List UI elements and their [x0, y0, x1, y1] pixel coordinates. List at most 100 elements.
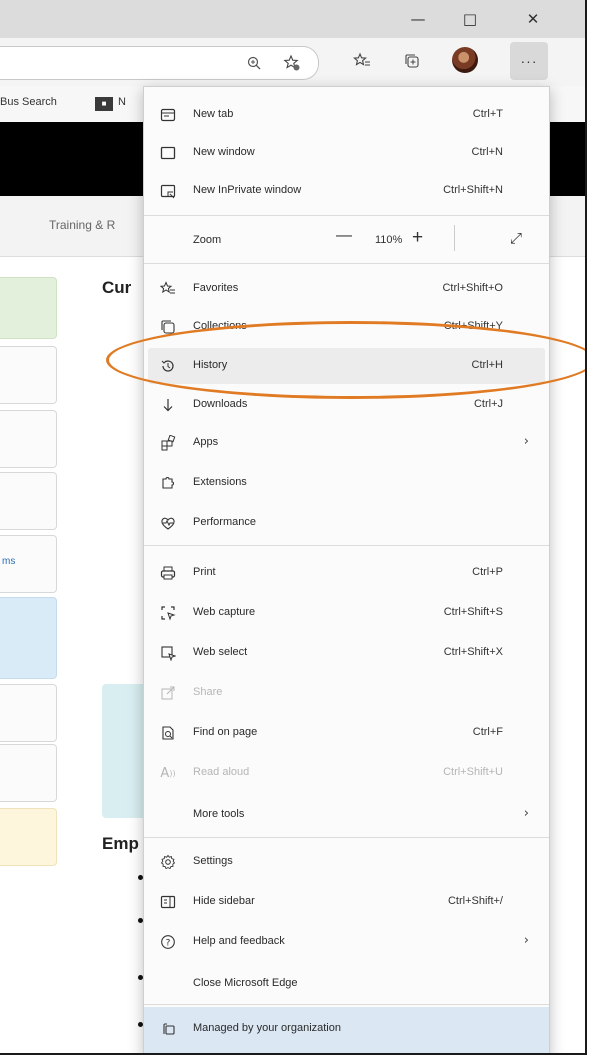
managed-icon [158, 1019, 178, 1039]
menu-item-label: New window [193, 146, 255, 158]
menu-item-new-tab[interactable]: New tab Ctrl+T [144, 97, 549, 133]
menu-item-label: Help and feedback [193, 935, 285, 947]
menu-item-hide-sidebar[interactable]: Hide sidebar Ctrl+Shift+/ [144, 884, 549, 920]
menu-item-new-inprivate-window[interactable]: New InPrivate window Ctrl+Shift+N [144, 173, 549, 209]
menu-item-read-aloud: A)) Read aloud Ctrl+Shift+U [144, 755, 549, 791]
window-icon [158, 143, 178, 163]
menu-item-new-window[interactable]: New window Ctrl+N [144, 135, 549, 171]
menu-item-favorites[interactable]: Favorites Ctrl+Shift+O [144, 271, 549, 307]
menu-item-find-on-page[interactable]: Find on page Ctrl+F [144, 715, 549, 751]
menu-item-apps[interactable]: Apps › [144, 425, 549, 461]
menu-item-label: More tools [193, 808, 245, 820]
menu-item-label: Web capture [193, 606, 256, 618]
side-card[interactable] [0, 346, 57, 404]
menu-item-shortcut: Ctrl+Shift+Y [443, 320, 503, 332]
history-icon [158, 356, 178, 376]
menu-item-shortcut: Ctrl+N [471, 146, 503, 158]
menu-item-shortcut: Ctrl+T [472, 108, 503, 120]
collections-icon[interactable] [401, 50, 423, 72]
menu-item-label: Share [193, 686, 223, 698]
menu-item-share: Share [144, 675, 549, 711]
settings-and-more-button[interactable]: ··· [510, 42, 548, 80]
web-select-icon [158, 643, 178, 663]
menu-item-label: Hide sidebar [193, 895, 255, 907]
menu-item-history[interactable]: History Ctrl+H [148, 348, 545, 384]
menu-item-label: Web select [193, 646, 248, 658]
menu-item-shortcut: Ctrl+P [472, 566, 503, 578]
menu-item-collections[interactable]: Collections Ctrl+Shift+Y [144, 309, 549, 345]
chevron-right-icon: › [523, 434, 529, 449]
svg-text:?: ? [166, 939, 171, 949]
menu-item-close-microsoft-edge[interactable]: Close Microsoft Edge [144, 966, 549, 1002]
menu-item-shortcut: Ctrl+Shift+U [443, 766, 503, 778]
performance-icon [158, 513, 178, 533]
menu-item-label: Downloads [193, 398, 248, 410]
zoom-in-button[interactable]: + [412, 227, 423, 249]
extensions-icon [158, 473, 178, 493]
side-card[interactable] [0, 744, 57, 802]
menu-item-shortcut: Ctrl+Shift+X [443, 646, 503, 658]
maximize-button[interactable]: □ [447, 0, 493, 38]
browser-toolbar: ··· [0, 38, 585, 87]
menu-separator [144, 215, 549, 216]
print-icon [158, 563, 178, 583]
page-heading: Cur [102, 278, 132, 297]
help-icon: ? [158, 932, 178, 952]
menu-item-label: History [193, 359, 228, 371]
sidebar-icon [158, 892, 178, 912]
side-card[interactable] [0, 277, 57, 339]
menu-item-shortcut: Ctrl+Shift+/ [447, 895, 503, 907]
side-card[interactable] [0, 597, 57, 679]
menu-item-settings[interactable]: Settings [144, 844, 549, 880]
menu-item-label: Read aloud [193, 766, 250, 778]
chevron-right-icon: › [523, 933, 529, 948]
zoom-in-icon[interactable] [244, 53, 264, 73]
menu-item-label: Managed by your organization [193, 1022, 341, 1034]
side-card[interactable] [0, 410, 57, 468]
close-icon: ✕ [526, 10, 540, 28]
add-favorite-icon[interactable] [281, 52, 303, 74]
page-heading: Emp [102, 834, 139, 853]
menu-item-help-and-feedback[interactable]: ? Help and feedback › [144, 924, 549, 960]
inprivate-icon [158, 181, 178, 201]
side-card[interactable]: ms [0, 535, 57, 593]
menu-item-label: Extensions [193, 476, 247, 488]
side-card[interactable] [0, 472, 57, 530]
menu-item-label: Settings [193, 855, 233, 867]
close-window-button[interactable]: ✕ [510, 0, 556, 38]
menu-item-label: Close Microsoft Edge [193, 977, 298, 989]
download-icon [158, 395, 178, 415]
favorites-icon[interactable] [351, 50, 373, 72]
menu-item-performance[interactable]: Performance [144, 505, 549, 541]
profile-avatar[interactable] [452, 47, 478, 73]
menu-item-label: Apps [193, 436, 219, 448]
menu-item-web-capture[interactable]: Web capture Ctrl+Shift+S [144, 595, 549, 631]
minimize-button[interactable]: — [395, 0, 441, 38]
favorite-bus-search[interactable]: Bus Search [0, 96, 57, 108]
side-link[interactable]: ms [2, 556, 15, 567]
menu-item-print[interactable]: Print Ctrl+P [144, 555, 549, 591]
side-card[interactable] [0, 808, 57, 866]
settings-icon [158, 852, 178, 872]
browser-window: — □ ✕ ··· Bus Search N ■ Training & R ms… [0, 0, 587, 1055]
menu-item-extensions[interactable]: Extensions [144, 465, 549, 501]
zoom-label: Zoom [193, 234, 222, 246]
address-bar[interactable] [0, 46, 319, 80]
apps-icon [158, 433, 178, 453]
menu-item-web-select[interactable]: Web select Ctrl+Shift+X [144, 635, 549, 671]
menu-item-label: Print [193, 566, 216, 578]
menu-item-more-tools[interactable]: More tools › [144, 797, 549, 833]
favorites-icon [158, 279, 178, 299]
menu-item-label: New InPrivate window [193, 184, 302, 196]
nav-link-training[interactable]: Training & R [49, 218, 115, 232]
menu-item-managed-by-organization[interactable]: Managed by your organization [144, 1007, 549, 1053]
menu-item-shortcut: Ctrl+H [471, 359, 503, 371]
menu-item-label: Favorites [193, 282, 239, 294]
menu-item-downloads[interactable]: Downloads Ctrl+J [144, 387, 549, 423]
favorite-n[interactable]: N [118, 96, 126, 108]
side-card[interactable] [0, 684, 57, 742]
zoom-out-button[interactable]: — [336, 227, 352, 245]
fullscreen-button[interactable]: ⤢ [510, 229, 522, 247]
menu-item-shortcut: Ctrl+Shift+O [442, 282, 503, 294]
menu-separator [144, 263, 549, 264]
